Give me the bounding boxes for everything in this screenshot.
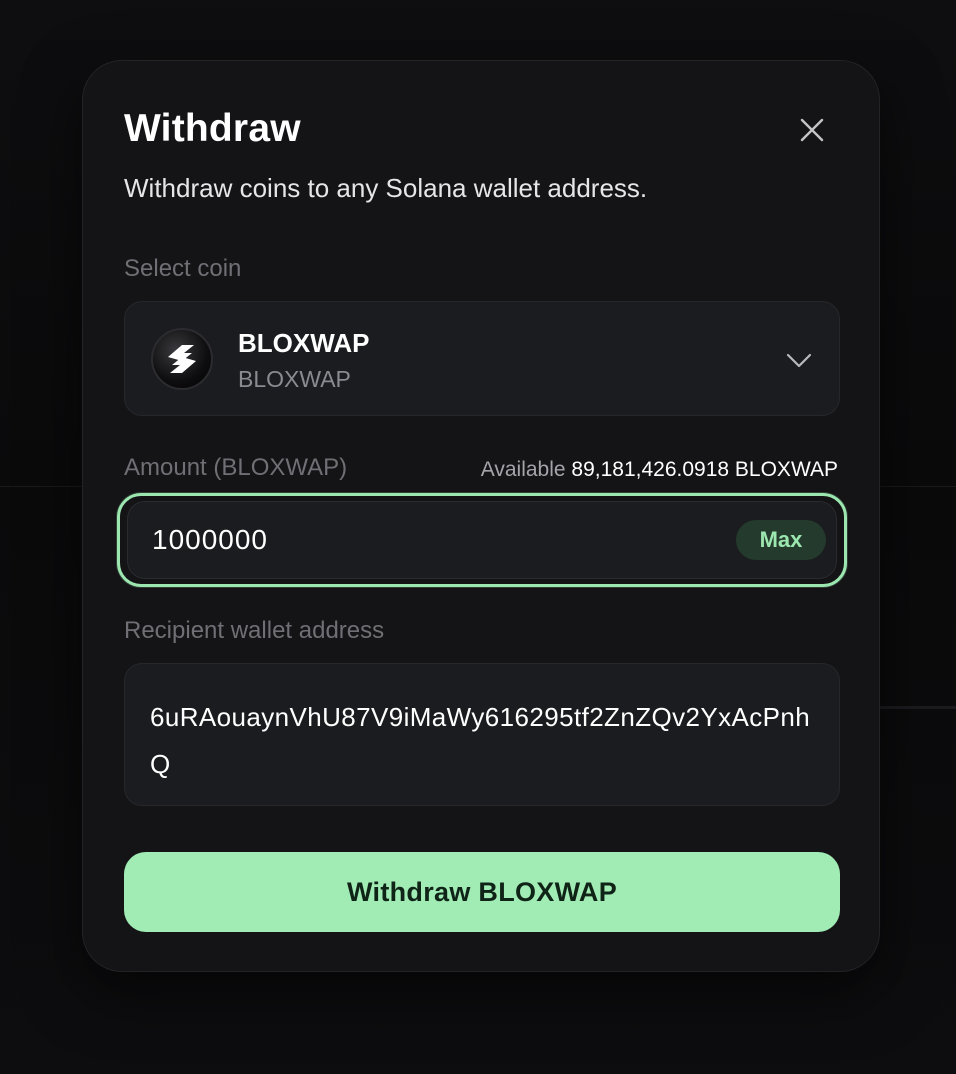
available-balance: Available 89,181,426.0918 BLOXWAP bbox=[481, 458, 838, 482]
amount-label: Amount (BLOXWAP) bbox=[124, 454, 348, 481]
recipient-address-input[interactable]: 6uRAouaynVhU87V9iMaWy616295tf2ZnZQv2YxAc… bbox=[124, 663, 840, 806]
selected-coin-symbol: BLOXWAP bbox=[238, 366, 351, 392]
amount-input[interactable] bbox=[127, 501, 837, 579]
background-divider bbox=[880, 706, 956, 709]
coin-select-dropdown[interactable]: BLOXWAP BLOXWAP bbox=[124, 301, 840, 416]
recipient-label: Recipient wallet address bbox=[124, 617, 385, 644]
available-value: 89,181,426.0918 BLOXWAP bbox=[571, 458, 838, 481]
recipient-address-value: 6uRAouaynVhU87V9iMaWy616295tf2ZnZQv2YxAc… bbox=[150, 702, 811, 779]
bloxwap-logo-icon bbox=[151, 328, 213, 390]
close-icon bbox=[800, 118, 824, 142]
close-button[interactable] bbox=[795, 113, 829, 147]
withdraw-modal: Withdraw Withdraw coins to any Solana wa… bbox=[82, 60, 880, 972]
select-coin-label: Select coin bbox=[124, 255, 242, 282]
modal-subtitle: Withdraw coins to any Solana wallet addr… bbox=[124, 173, 648, 203]
withdraw-button[interactable]: Withdraw BLOXWAP bbox=[124, 852, 840, 932]
max-button[interactable]: Max bbox=[736, 520, 826, 560]
available-label: Available bbox=[480, 458, 566, 481]
selected-coin-name: BLOXWAP bbox=[238, 328, 370, 358]
modal-title: Withdraw bbox=[124, 107, 301, 150]
chevron-down-icon bbox=[786, 353, 812, 368]
amount-field-focus-ring: Max bbox=[117, 493, 847, 587]
